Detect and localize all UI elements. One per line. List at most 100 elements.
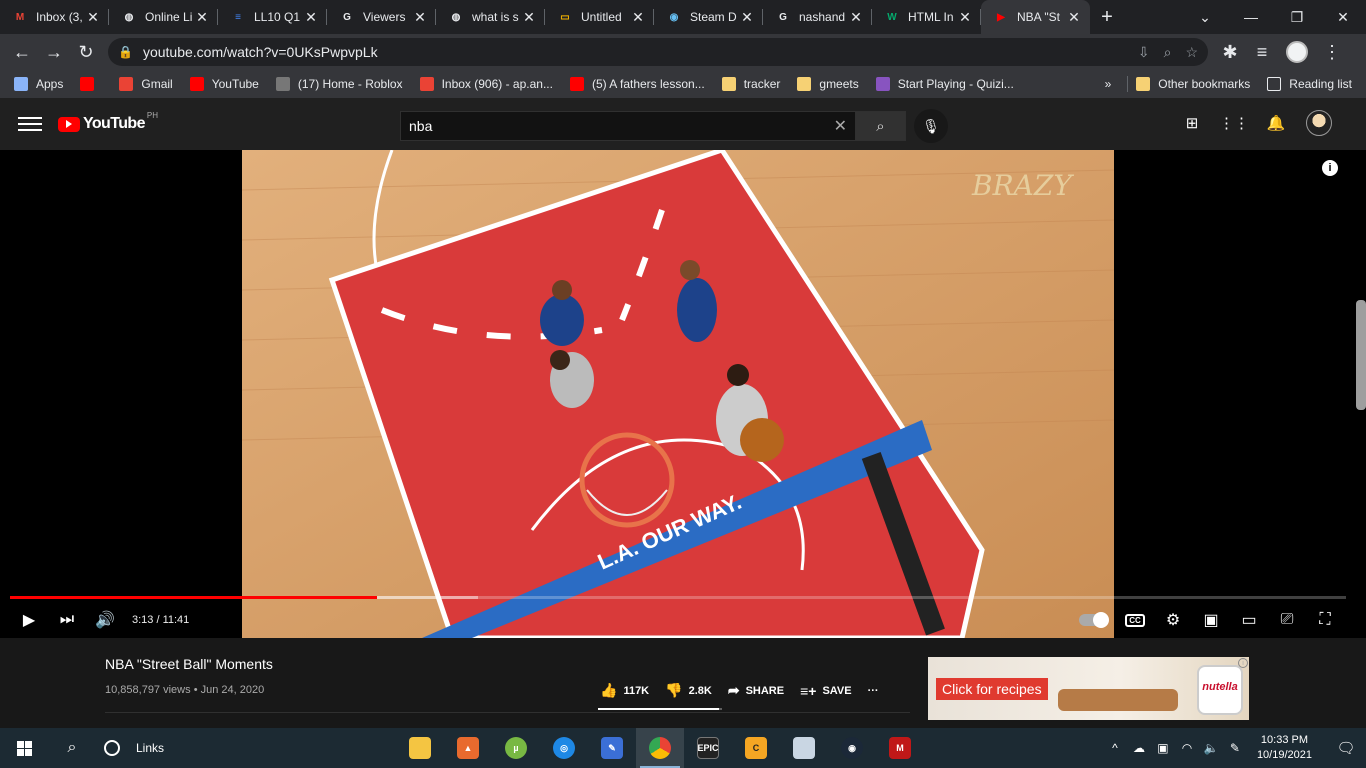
notification-center-icon[interactable]: 🗨 bbox=[1326, 739, 1366, 757]
fullscreen-icon[interactable]: ⛶ bbox=[1306, 605, 1344, 635]
taskbar-app-5[interactable]: ✎ bbox=[588, 728, 636, 768]
new-tab-button[interactable]: + bbox=[1090, 0, 1124, 34]
bookmarks-overflow-button[interactable]: » bbox=[1105, 77, 1112, 91]
install-icon[interactable]: ⇩ bbox=[1138, 44, 1150, 61]
media-control-icon[interactable]: ≡ bbox=[1246, 36, 1278, 68]
notifications-bell-icon[interactable]: 🔔 bbox=[1264, 111, 1288, 135]
video-player[interactable]: L.A. OUR WAY. BRAZY i ▶ ⏭ 🔊 3:13 / 11:41… bbox=[0, 150, 1366, 638]
page-scrollbar[interactable] bbox=[1356, 300, 1366, 410]
share-button[interactable]: ➦ SHARE bbox=[728, 682, 784, 699]
browser-tab[interactable]: ▶ NBA "St ✕ bbox=[981, 0, 1090, 34]
clear-search-icon[interactable]: ✕ bbox=[834, 116, 847, 136]
settings-gear-icon[interactable]: ⚙ bbox=[1154, 605, 1192, 635]
tab-close-icon[interactable]: ✕ bbox=[957, 9, 973, 26]
taskbar-mcafee[interactable]: M bbox=[876, 728, 924, 768]
browser-tab[interactable]: ≡ LL10 Q1 ✕ bbox=[218, 0, 327, 34]
tab-close-icon[interactable]: ✕ bbox=[303, 9, 319, 26]
taskbar-search-icon[interactable]: ⌕ bbox=[48, 739, 96, 757]
taskbar-clock[interactable]: 10:33 PM 10/19/2021 bbox=[1257, 733, 1312, 763]
create-video-icon[interactable]: ⊞ bbox=[1180, 111, 1204, 135]
forward-button[interactable]: → bbox=[38, 36, 70, 68]
browser-tab[interactable]: Gnashand ✕ bbox=[763, 0, 872, 34]
ad-cta-button[interactable]: Click for recipes bbox=[936, 678, 1048, 700]
profile-avatar[interactable] bbox=[1286, 41, 1308, 63]
search-button[interactable]: ⌕ bbox=[856, 111, 906, 141]
taskbar-steam[interactable]: ◉ bbox=[828, 728, 876, 768]
minimize-button[interactable]: — bbox=[1228, 0, 1274, 34]
next-video-icon[interactable]: ⏭ bbox=[48, 605, 86, 635]
account-avatar[interactable] bbox=[1306, 110, 1332, 136]
menu-kebab-icon[interactable]: ⋮ bbox=[1316, 36, 1348, 68]
back-button[interactable]: ← bbox=[6, 36, 38, 68]
play-icon[interactable]: ▶ bbox=[10, 605, 48, 635]
tray-overflow-icon[interactable]: ^ bbox=[1103, 741, 1127, 755]
other-bookmarks[interactable]: Other bookmarks bbox=[1136, 77, 1250, 91]
volume-icon[interactable]: 🔊 bbox=[86, 605, 124, 635]
browser-tab[interactable]: G Viewers ✕ bbox=[327, 0, 436, 34]
reload-button[interactable]: ↻ bbox=[70, 36, 102, 68]
extensions-icon[interactable]: ✱ bbox=[1214, 36, 1246, 68]
bookmark-item[interactable]: Gmail bbox=[119, 77, 173, 91]
url-text[interactable]: youtube.com/watch?v=0UKsPwpvpLk bbox=[143, 44, 1124, 60]
bookmark-item[interactable] bbox=[80, 77, 102, 91]
wifi-icon[interactable]: ◠ bbox=[1175, 741, 1199, 755]
tab-search-icon[interactable]: ⌄ bbox=[1182, 0, 1228, 34]
bookmark-item[interactable]: Inbox (906) - ap.an... bbox=[419, 77, 553, 91]
browser-tab[interactable]: ◉ Steam D ✕ bbox=[654, 0, 763, 34]
bookmark-item[interactable]: tracker bbox=[721, 77, 780, 91]
taskbar-app-8[interactable]: C bbox=[732, 728, 780, 768]
tab-close-icon[interactable]: ✕ bbox=[85, 9, 101, 26]
reading-list[interactable]: Reading list bbox=[1267, 77, 1352, 91]
bookmark-star-icon[interactable]: ☆ bbox=[1185, 44, 1198, 61]
like-button[interactable]: 👍 117K bbox=[600, 682, 649, 699]
bookmark-item[interactable]: gmeets bbox=[797, 77, 859, 91]
taskbar-epic-games[interactable]: EPIC bbox=[684, 728, 732, 768]
taskbar-chrome[interactable] bbox=[636, 728, 684, 768]
browser-tab[interactable]: ▭ Untitled ✕ bbox=[545, 0, 654, 34]
speaker-icon[interactable]: 🔈 bbox=[1199, 741, 1223, 755]
search-input[interactable] bbox=[409, 118, 834, 134]
address-bar[interactable]: 🔒 youtube.com/watch?v=0UKsPwpvpLk ⇩ ⌕ ☆ bbox=[108, 38, 1208, 66]
bookmark-item[interactable]: Apps bbox=[14, 77, 63, 91]
tab-close-icon[interactable]: ✕ bbox=[194, 9, 210, 26]
tab-close-icon[interactable]: ✕ bbox=[848, 9, 864, 26]
more-actions-button[interactable]: ··· bbox=[868, 685, 879, 697]
start-button[interactable] bbox=[0, 728, 48, 768]
bookmark-item[interactable]: (5) A fathers lesson... bbox=[569, 77, 705, 91]
save-button[interactable]: ≡+ SAVE bbox=[800, 683, 852, 699]
taskbar-app-2[interactable]: ▲ bbox=[444, 728, 492, 768]
maximize-button[interactable]: ❐ bbox=[1274, 0, 1320, 34]
taskbar-app-4[interactable]: ◎ bbox=[540, 728, 588, 768]
browser-tab[interactable]: ◍ Online Li ✕ bbox=[109, 0, 218, 34]
taskbar-utorrent[interactable]: µ bbox=[492, 728, 540, 768]
zoom-icon[interactable]: ⌕ bbox=[1164, 44, 1172, 61]
hamburger-menu-icon[interactable] bbox=[18, 117, 42, 131]
autoplay-toggle[interactable] bbox=[1078, 605, 1116, 635]
bookmark-item[interactable]: YouTube bbox=[189, 77, 259, 91]
browser-tab[interactable]: M Inbox (3, ✕ bbox=[0, 0, 109, 34]
bookmark-item[interactable]: Start Playing - Quizi... bbox=[875, 77, 1014, 91]
meet-camera-icon[interactable]: ▣ bbox=[1151, 741, 1175, 755]
apps-grid-icon[interactable]: ⋮⋮ bbox=[1219, 111, 1249, 135]
tab-close-icon[interactable]: ✕ bbox=[521, 9, 537, 26]
tab-close-icon[interactable]: ✕ bbox=[1066, 9, 1082, 26]
bookmark-item[interactable]: (17) Home - Roblox bbox=[275, 77, 403, 91]
progress-bar[interactable] bbox=[10, 596, 1346, 599]
video-frame[interactable]: L.A. OUR WAY. BRAZY bbox=[242, 150, 1114, 638]
voice-search-mic-icon[interactable]: 🎙 bbox=[914, 109, 948, 143]
tab-close-icon[interactable]: ✕ bbox=[739, 9, 755, 26]
tab-close-icon[interactable]: ✕ bbox=[630, 9, 646, 26]
taskbar-app-9[interactable] bbox=[780, 728, 828, 768]
links-toolbar[interactable]: Links bbox=[98, 740, 164, 756]
tab-close-icon[interactable]: ✕ bbox=[412, 9, 428, 26]
miniplayer-icon[interactable]: ▣ bbox=[1192, 605, 1230, 635]
browser-tab[interactable]: ◍ what is s ✕ bbox=[436, 0, 545, 34]
pen-icon[interactable]: ✎ bbox=[1223, 741, 1247, 755]
ad-banner[interactable]: Click for recipes nutella bbox=[928, 657, 1249, 720]
cortana-icon[interactable] bbox=[104, 740, 120, 756]
dislike-button[interactable]: 👎 2.8K bbox=[665, 682, 712, 699]
close-window-button[interactable]: ✕ bbox=[1320, 0, 1366, 34]
captions-icon[interactable]: CC bbox=[1116, 605, 1154, 635]
taskbar-file-explorer[interactable] bbox=[396, 728, 444, 768]
browser-tab[interactable]: W HTML In ✕ bbox=[872, 0, 981, 34]
